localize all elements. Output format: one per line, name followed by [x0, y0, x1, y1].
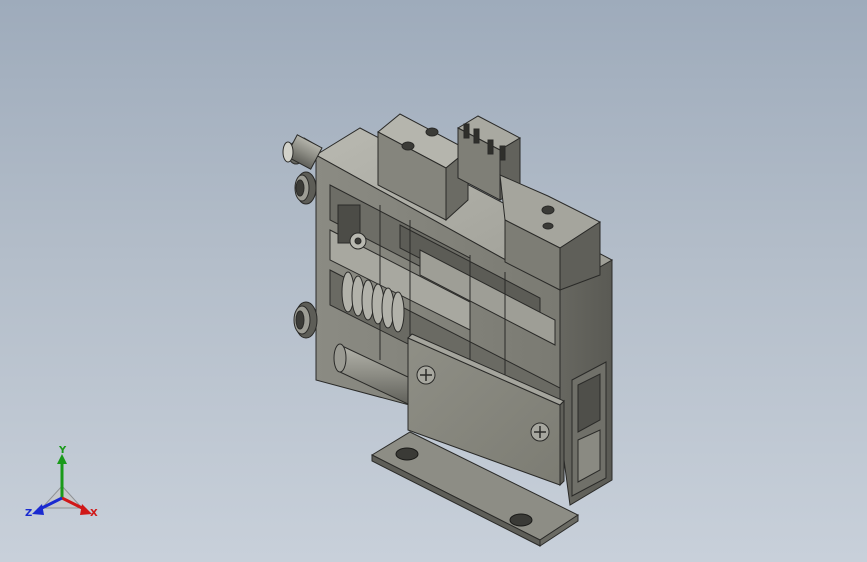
x-axis-label: X	[90, 508, 98, 519]
solenoid-valve-model[interactable]	[0, 0, 867, 562]
y-axis-label: Y	[58, 446, 67, 456]
upper-push-fitting	[294, 171, 317, 205]
end-cap	[571, 361, 607, 497]
lower-push-fitting	[293, 301, 318, 339]
z-axis-label: Z	[25, 508, 32, 519]
screw-icon	[530, 422, 550, 442]
graphics-viewport[interactable]: Y X Z	[0, 0, 867, 562]
axis-triad: Y X Z	[22, 445, 112, 526]
screw-icon	[416, 365, 436, 385]
